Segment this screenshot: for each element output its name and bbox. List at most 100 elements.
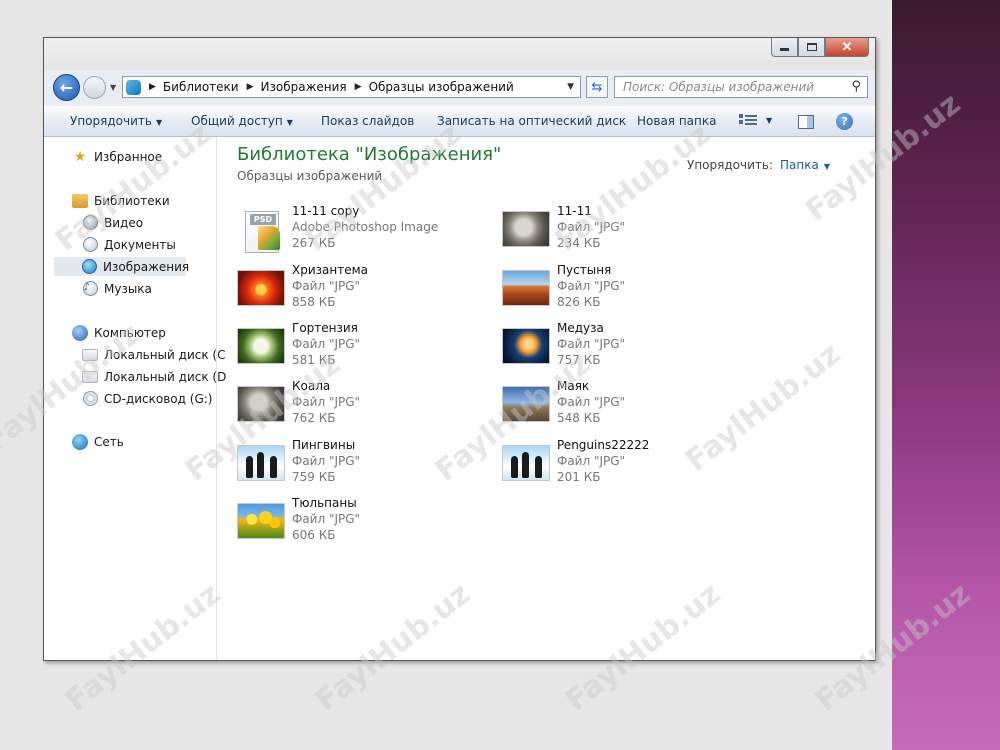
new-folder-button[interactable]: Новая папка	[637, 114, 716, 128]
maximize-icon	[806, 43, 817, 51]
help-icon[interactable]: ?	[836, 113, 853, 130]
file-size: 759 КБ	[292, 470, 336, 484]
preview-pane-icon[interactable]	[798, 115, 814, 129]
cd-drive-icon	[82, 391, 98, 407]
file-size: 858 КБ	[292, 295, 336, 309]
star-icon: ★	[73, 148, 87, 165]
desert-thumbnail	[502, 270, 550, 306]
file-size: 606 КБ	[292, 528, 336, 542]
computer-icon	[72, 324, 88, 341]
change-view-icon[interactable]	[739, 113, 757, 129]
chevron-right-icon[interactable]: ▶	[355, 82, 362, 92]
breadcrumb-pictures[interactable]: Изображения	[261, 80, 347, 94]
burn-to-disc-button[interactable]: Записать на оптический диск	[437, 114, 626, 128]
file-item[interactable]: Пингвины Файл "JPG" 759 КБ	[237, 438, 477, 494]
nav-item-pictures[interactable]: Изображения	[54, 257, 189, 276]
minimize-button[interactable]	[771, 38, 798, 57]
file-size: 548 КБ	[557, 411, 601, 425]
file-size: 757 КБ	[557, 353, 601, 367]
search-placeholder: Поиск: Образцы изображений	[623, 80, 815, 94]
view-options-dropdown[interactable]: ▼	[766, 116, 772, 125]
command-bar: Упорядочить ▼ Общий доступ ▼ Показ слайдов…	[44, 106, 875, 137]
file-item[interactable]: Тюльпаны Файл "JPG" 606 КБ	[237, 496, 477, 552]
back-button[interactable]: ←	[53, 74, 80, 101]
close-icon: ✕	[841, 39, 853, 54]
file-name: Гортензия	[292, 321, 358, 335]
nav-item-disk-c[interactable]: Локальный диск (С	[82, 345, 225, 364]
file-item[interactable]: Пустыня Файл "JPG" 826 КБ	[502, 263, 742, 319]
file-item[interactable]: Коала Файл "JPG" 762 КБ	[237, 379, 477, 435]
nav-item-cd-drive[interactable]: CD-дисковод (G:)	[82, 389, 212, 408]
explorer-window: ✕ ← ▼ ▶ Библиотеки ▶ Изображения ▶ Образ…	[43, 37, 876, 661]
arrange-by-dropdown[interactable]: Папка ▼	[780, 158, 830, 172]
file-item[interactable]: Маяк Файл "JPG" 548 КБ	[502, 379, 742, 435]
address-row: ← ▼ ▶ Библиотеки ▶ Изображения ▶ Образцы…	[44, 70, 875, 106]
penguins-thumbnail	[237, 445, 285, 481]
nav-item-disk-d[interactable]: Локальный диск (D	[82, 367, 226, 386]
slideshow-button[interactable]: Показ слайдов	[321, 114, 414, 128]
file-item[interactable]: Гортензия Файл "JPG" 581 КБ	[237, 321, 477, 377]
address-dropdown-icon[interactable]: ▼	[567, 82, 574, 92]
breadcrumb-sample-pictures[interactable]: Образцы изображений	[369, 80, 514, 94]
nav-item-libraries[interactable]: Библиотеки	[72, 191, 170, 210]
hard-disk-icon	[82, 369, 98, 385]
nav-item-network[interactable]: Сеть	[72, 432, 124, 451]
nav-item-favorites[interactable]: ★ Избранное	[72, 147, 162, 166]
nav-item-music[interactable]: ♪ Музыка	[82, 279, 152, 298]
nav-item-video[interactable]: Видео	[82, 213, 143, 232]
file-name: Пингвины	[292, 438, 356, 452]
file-type: Adobe Photoshop Image	[292, 220, 439, 234]
refresh-button[interactable]: ⇆	[586, 76, 608, 98]
file-item[interactable]: Медуза Файл "JPG" 757 КБ	[502, 321, 742, 377]
file-size: 267 КБ	[292, 236, 336, 250]
nav-item-documents[interactable]: Документы	[82, 235, 176, 254]
file-item[interactable]: PSD 11-11 copy Adobe Photoshop Image 267…	[237, 204, 477, 260]
breadcrumb-libraries[interactable]: Библиотеки	[163, 80, 239, 94]
file-size: 581 КБ	[292, 353, 336, 367]
file-item[interactable]: 11-11 Файл "JPG" 234 КБ	[502, 204, 742, 260]
nav-item-computer[interactable]: Компьютер	[72, 323, 166, 342]
file-size: 762 КБ	[292, 411, 336, 425]
file-type: Файл "JPG"	[557, 454, 626, 468]
arrange-by-label: Упорядочить:	[687, 158, 773, 172]
file-name: Penguins22222	[557, 438, 650, 452]
search-input[interactable]: Поиск: Образцы изображений ⚲	[614, 76, 868, 98]
decorative-side-stripe	[892, 0, 1000, 750]
network-icon	[72, 433, 88, 450]
file-type: Файл "JPG"	[292, 279, 361, 293]
address-bar[interactable]: ▶ Библиотеки ▶ Изображения ▶ Образцы изо…	[122, 76, 581, 98]
file-name: Маяк	[557, 379, 590, 393]
file-type: Файл "JPG"	[292, 454, 361, 468]
pictures-library-icon	[82, 259, 97, 275]
navigation-pane: ★ Избранное Библиотеки Видео Документы Из…	[44, 137, 226, 660]
koala-thumbnail	[237, 386, 285, 422]
libraries-icon	[126, 79, 141, 95]
jellyfish-thumbnail	[502, 328, 550, 364]
libraries-folder-icon	[72, 193, 88, 209]
organize-menu-button[interactable]: Упорядочить ▼	[70, 114, 162, 128]
search-icon[interactable]: ⚲	[851, 79, 861, 94]
share-menu-button[interactable]: Общий доступ ▼	[191, 114, 293, 128]
file-item[interactable]: Penguins22222 Файл "JPG" 201 КБ	[502, 438, 742, 494]
close-button[interactable]: ✕	[825, 38, 869, 57]
file-name: Медуза	[557, 321, 604, 335]
file-name: 11-11	[557, 204, 592, 218]
file-size: 826 КБ	[557, 295, 601, 309]
tulips-thumbnail	[237, 503, 285, 539]
file-name: Пустыня	[557, 263, 612, 277]
music-library-icon: ♪	[82, 281, 98, 297]
file-item[interactable]: Хризантема Файл "JPG" 858 КБ	[237, 263, 477, 319]
library-subtitle: Образцы изображений	[237, 169, 383, 183]
caret-down-icon: ▼	[286, 118, 293, 127]
koala-thumbnail	[502, 211, 550, 247]
penguins-thumbnail	[502, 445, 550, 481]
forward-button[interactable]	[83, 76, 106, 99]
video-library-icon	[82, 215, 98, 231]
hard-disk-icon	[82, 347, 98, 363]
chevron-right-icon[interactable]: ▶	[247, 82, 254, 92]
recent-pages-dropdown[interactable]: ▼	[110, 83, 116, 92]
documents-library-icon	[82, 237, 98, 253]
maximize-button[interactable]	[798, 38, 825, 57]
file-type: Файл "JPG"	[557, 220, 626, 234]
chevron-right-icon[interactable]: ▶	[149, 82, 156, 92]
